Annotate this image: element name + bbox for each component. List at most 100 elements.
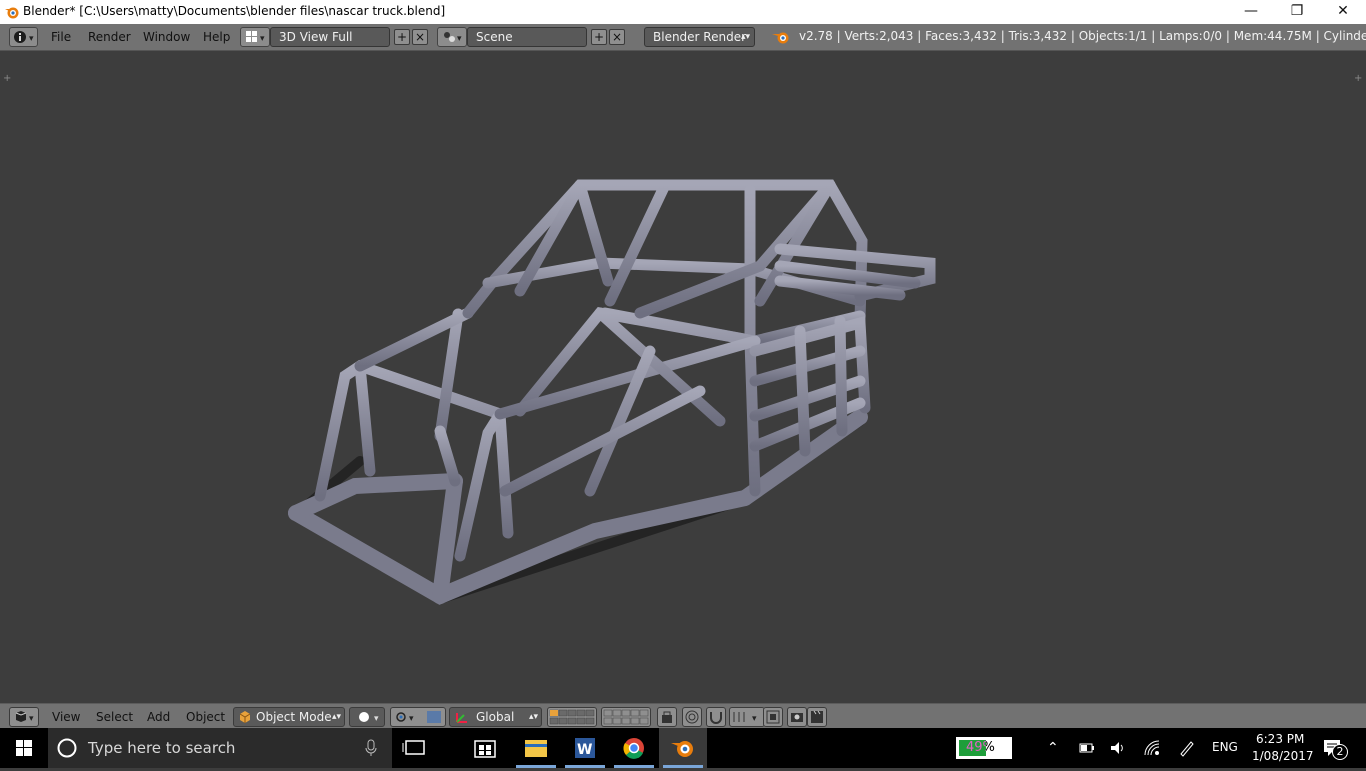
proportional-edit-icon bbox=[685, 710, 699, 724]
menu-object[interactable]: Object bbox=[186, 708, 225, 726]
store-bag-icon bbox=[474, 740, 496, 758]
taskbar-search-box[interactable]: Type here to search bbox=[48, 728, 392, 768]
info-icon: ▾ bbox=[14, 31, 34, 44]
transform-orientation-select[interactable]: Global ▴▾ bbox=[449, 707, 542, 727]
screen-layout-selector[interactable]: ▾ bbox=[240, 27, 270, 47]
cortana-circle-icon bbox=[57, 738, 77, 758]
add-scene-button[interactable]: + bbox=[591, 29, 607, 45]
start-button[interactable] bbox=[0, 728, 48, 768]
menu-window[interactable]: Window bbox=[143, 28, 190, 46]
viewport-shading-select[interactable]: ▾ bbox=[349, 707, 385, 727]
camera-icon bbox=[791, 713, 803, 722]
microphone-icon[interactable] bbox=[364, 739, 378, 757]
solid-shading-icon: ▾ bbox=[359, 712, 379, 724]
interaction-mode-label: Object Mode bbox=[256, 710, 332, 724]
magnet-icon bbox=[710, 712, 722, 724]
show-hidden-icons-button[interactable]: ⌃ bbox=[1047, 740, 1059, 756]
layout-grid-icon: ▾ bbox=[246, 31, 265, 44]
menu-render[interactable]: Render bbox=[88, 28, 131, 46]
taskbar-chrome[interactable] bbox=[610, 728, 658, 768]
window-title: Blender* [C:\Users\matty\Documents\blend… bbox=[23, 4, 446, 18]
scene-field[interactable]: Scene bbox=[467, 27, 587, 47]
blender-logo-icon bbox=[772, 32, 789, 44]
snap-element-select[interactable]: ▾ bbox=[729, 707, 765, 727]
svg-text:▾: ▾ bbox=[409, 714, 414, 724]
menu-help[interactable]: Help bbox=[203, 28, 230, 46]
search-placeholder: Type here to search bbox=[88, 739, 236, 757]
transform-axes-icon bbox=[456, 713, 467, 723]
roll-cage-model[interactable] bbox=[0, 51, 1366, 703]
snap-increment-icon: ▾ bbox=[733, 712, 757, 724]
clock-date[interactable]: 1/08/2017 bbox=[1252, 749, 1314, 763]
layer-buttons-group-1[interactable] bbox=[547, 707, 597, 727]
folder-icon bbox=[516, 740, 556, 768]
layers-grid-icon bbox=[603, 709, 649, 725]
delete-screen-button[interactable]: × bbox=[412, 29, 428, 45]
windows-logo-icon bbox=[16, 740, 32, 756]
layer-buttons-group-2[interactable] bbox=[601, 707, 651, 727]
dropdown-arrow-icon: ▴▾ bbox=[528, 712, 538, 722]
render-still-button[interactable] bbox=[787, 707, 807, 727]
snap-target-icon bbox=[766, 710, 780, 724]
editor-type-selector-bottom[interactable]: ▾ bbox=[9, 707, 39, 727]
battery-indicator[interactable]: 49% bbox=[956, 737, 1012, 759]
taskbar-store[interactable] bbox=[461, 728, 509, 768]
dropdown-arrow-icon: ▴▾ bbox=[331, 712, 341, 722]
chrome-icon bbox=[614, 738, 654, 768]
render-engine-select[interactable]: Blender Render ▴▾ bbox=[644, 27, 755, 47]
wifi-icon[interactable] bbox=[1143, 739, 1161, 757]
3d-view-header: ▾ View Select Add Object Object Mode ▴▾ … bbox=[0, 703, 1366, 729]
svg-text:W: W bbox=[577, 742, 592, 758]
blender-logo-icon bbox=[663, 741, 703, 768]
proportional-edit-button[interactable] bbox=[682, 707, 702, 727]
maximize-button[interactable]: ❐ bbox=[1274, 0, 1320, 24]
minimize-button[interactable]: — bbox=[1228, 0, 1274, 24]
layer-lock-button[interactable] bbox=[657, 707, 677, 727]
taskbar-file-explorer[interactable] bbox=[512, 728, 560, 768]
pen-icon[interactable] bbox=[1178, 739, 1196, 757]
editor-type-selector[interactable]: ▾ bbox=[9, 27, 38, 47]
title-bar: Blender* [C:\Users\matty\Documents\blend… bbox=[0, 0, 1366, 24]
windows-taskbar: Type here to search W 49% ⌃ ENG 6:23 PM … bbox=[0, 728, 1366, 768]
menu-add[interactable]: Add bbox=[147, 708, 170, 726]
close-button[interactable]: ✕ bbox=[1320, 0, 1366, 24]
scene-icon: ▾ bbox=[444, 32, 462, 44]
menu-select[interactable]: Select bbox=[96, 708, 133, 726]
menu-file[interactable]: File bbox=[51, 28, 71, 46]
svg-text:▾: ▾ bbox=[29, 34, 34, 44]
taskbar-blender[interactable] bbox=[659, 728, 707, 768]
svg-text:▾: ▾ bbox=[260, 34, 265, 44]
delete-scene-button[interactable]: × bbox=[609, 29, 625, 45]
taskbar-word[interactable]: W bbox=[561, 728, 609, 768]
add-screen-button[interactable]: + bbox=[394, 29, 410, 45]
task-view-icon bbox=[402, 740, 425, 755]
action-center-button[interactable]: 2 bbox=[1318, 736, 1348, 760]
svg-text:▾: ▾ bbox=[752, 714, 757, 724]
svg-text:▾: ▾ bbox=[29, 714, 34, 724]
screen-layout-field[interactable]: 3D View Full bbox=[270, 27, 390, 47]
volume-icon[interactable] bbox=[1109, 740, 1127, 756]
svg-text:▾: ▾ bbox=[374, 714, 379, 724]
transform-orientation-label: Global bbox=[476, 710, 515, 724]
menu-view[interactable]: View bbox=[52, 708, 80, 726]
render-animation-button[interactable] bbox=[807, 707, 827, 727]
task-view-button[interactable] bbox=[392, 728, 440, 768]
clock-time[interactable]: 6:23 PM bbox=[1256, 732, 1304, 746]
scene-selector[interactable]: ▾ bbox=[437, 27, 467, 47]
lock-icon bbox=[662, 711, 672, 723]
pivot-and-manipulator-group[interactable]: ▾ bbox=[390, 707, 446, 727]
snap-target-button[interactable] bbox=[763, 707, 783, 727]
blender-logo-icon bbox=[5, 7, 19, 19]
battery-icon[interactable] bbox=[1079, 741, 1095, 755]
object-mode-icon bbox=[239, 711, 251, 723]
render-engine-label: Blender Render bbox=[653, 30, 747, 44]
input-language[interactable]: ENG bbox=[1212, 740, 1238, 754]
interaction-mode-select[interactable]: Object Mode ▴▾ bbox=[233, 707, 345, 727]
notification-count-badge: 2 bbox=[1332, 744, 1348, 760]
pivot-point-icon: ▾ bbox=[396, 711, 441, 724]
svg-text:▾: ▾ bbox=[457, 34, 462, 44]
battery-percent: 49% bbox=[966, 740, 995, 755]
snap-toggle-button[interactable] bbox=[706, 707, 726, 727]
3d-viewport[interactable]: + + bbox=[0, 51, 1366, 703]
clapperboard-icon bbox=[811, 710, 823, 723]
